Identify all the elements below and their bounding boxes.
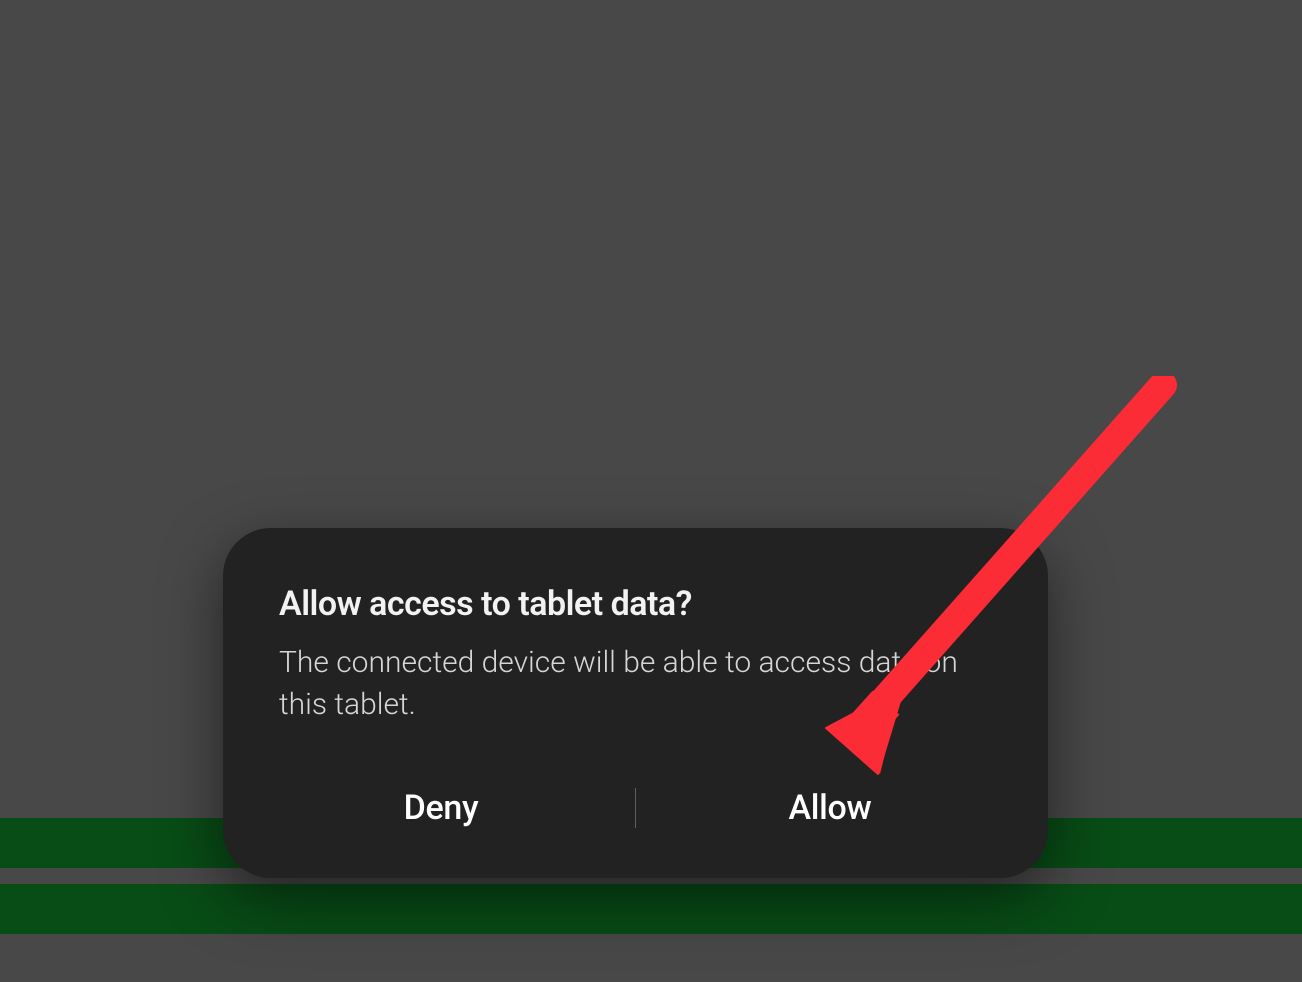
dialog-title: Allow access to tablet data? (223, 584, 1048, 634)
permission-dialog: Allow access to tablet data? The connect… (223, 528, 1048, 878)
deny-button[interactable]: Deny (247, 770, 635, 846)
dialog-button-row: Deny Allow (223, 770, 1048, 878)
dialog-body: The connected device will be able to acc… (223, 634, 1048, 770)
allow-button[interactable]: Allow (636, 770, 1024, 846)
